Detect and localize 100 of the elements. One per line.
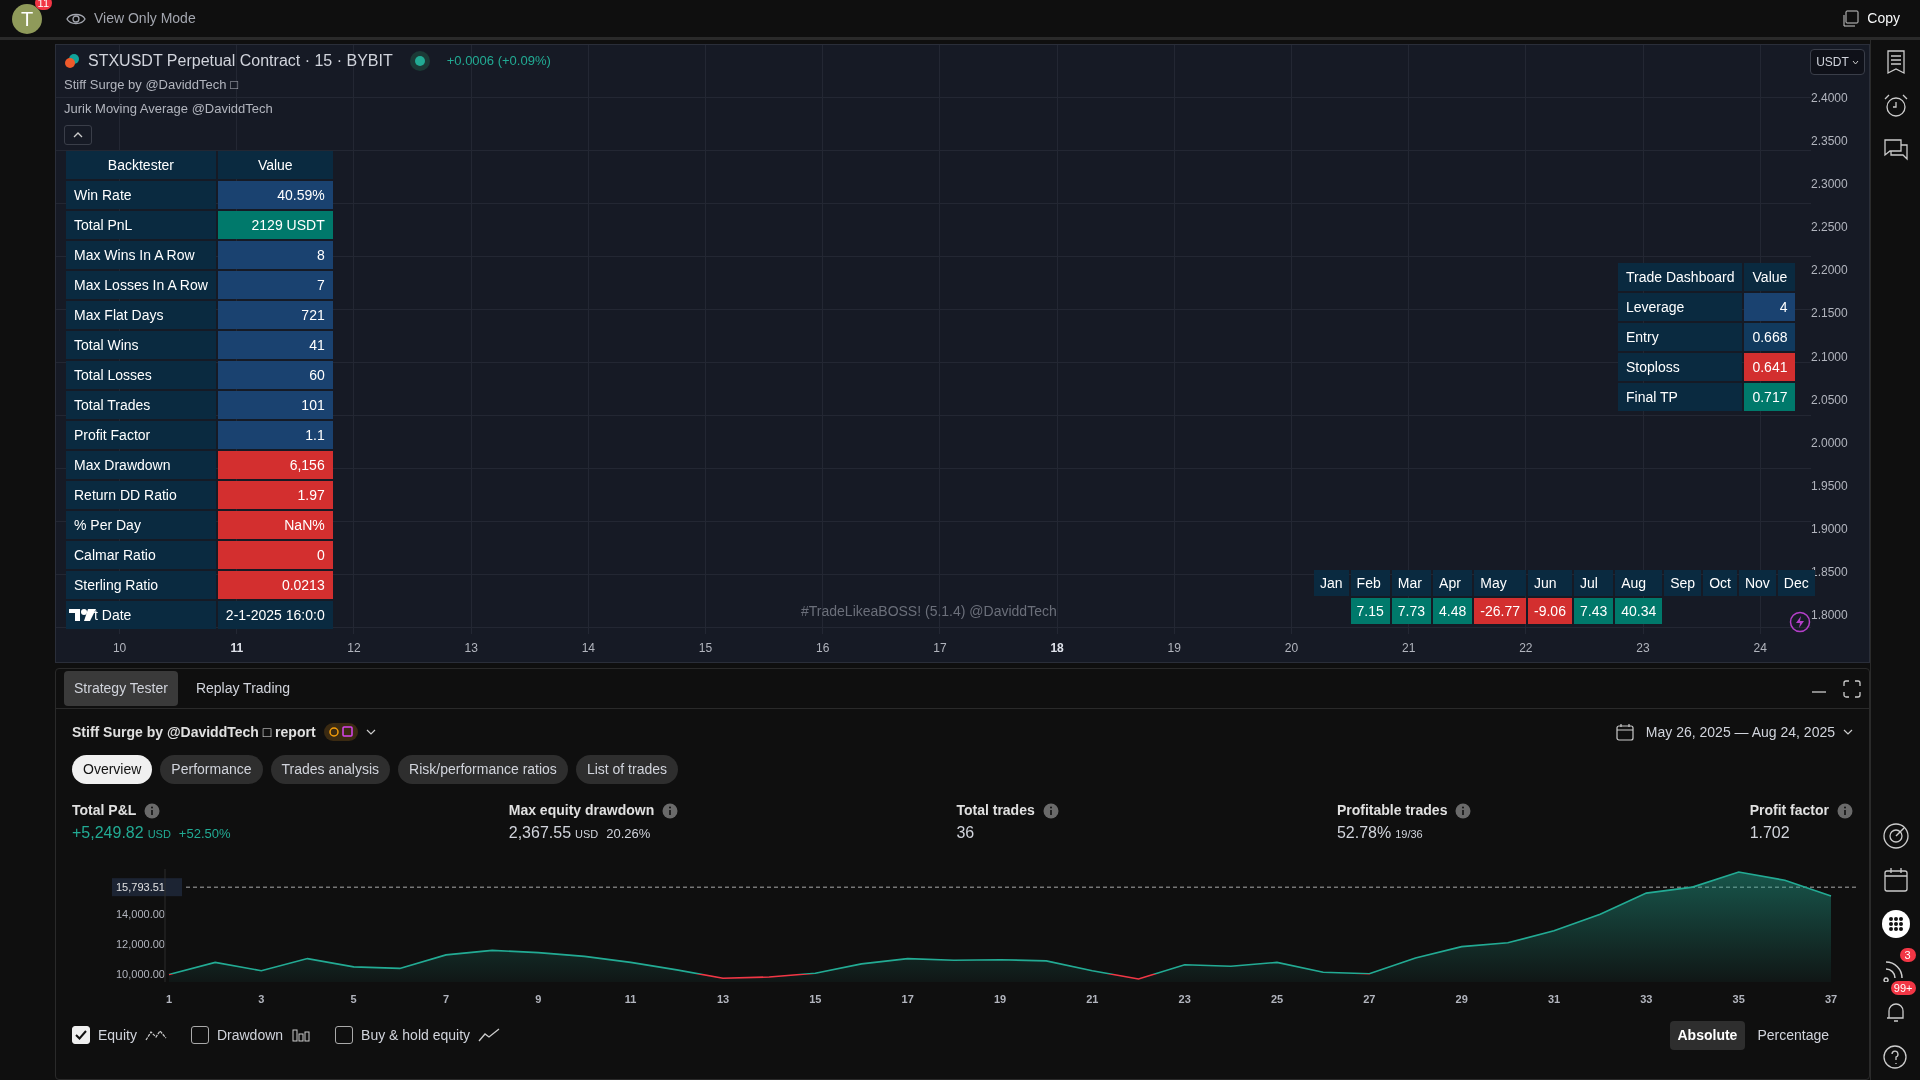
y-tick-label: 15,793.51 <box>116 881 165 894</box>
stat-extra: 19/36 <box>1395 827 1423 843</box>
price-axis-label: 2.3500 <box>1811 133 1848 151</box>
notification-badge: 3 <box>1899 948 1916 962</box>
table-cell: Final TP <box>1618 383 1743 411</box>
x-axis-label: 25 <box>1270 993 1284 1006</box>
checkbox[interactable] <box>335 1026 354 1045</box>
info-icon[interactable] <box>1836 802 1853 819</box>
panel-tab[interactable]: Strategy Tester <box>64 671 178 707</box>
month-header: Apr <box>1433 570 1473 596</box>
table-cell: Total Wins <box>66 331 216 359</box>
table-cell: 40.59% <box>217 181 333 209</box>
report-tab[interactable]: List of trades <box>575 755 679 785</box>
y-axis-label: 14,000.00 <box>116 908 165 921</box>
month-header: Jan <box>1314 570 1349 596</box>
month-return: -26.77 <box>1474 598 1527 624</box>
stat-extra: +52.50% <box>178 825 231 844</box>
month-header: Oct <box>1703 570 1737 596</box>
stat-label: Total trades <box>956 801 1035 821</box>
lightning-icon[interactable] <box>1789 611 1811 633</box>
copy-button[interactable]: Copy <box>1833 4 1908 33</box>
table-header: Value <box>217 151 333 179</box>
price-axis-label: 2.3000 <box>1811 176 1848 194</box>
mode-toggle[interactable]: Absolute <box>1669 1020 1746 1050</box>
time-axis-label: 11 <box>229 640 245 658</box>
info-icon[interactable] <box>662 802 679 819</box>
table-cell: 1.97 <box>217 481 333 509</box>
stat-unit: USD <box>147 827 171 843</box>
month-header: Mar <box>1391 570 1432 596</box>
info-icon[interactable] <box>1455 802 1472 819</box>
checkbox-label: Equity <box>98 1025 137 1045</box>
table-cell: Total Losses <box>66 361 216 389</box>
month-return: 7.73 <box>1391 598 1432 624</box>
table-cell: 2-1-2025 16:0:0 <box>217 601 333 629</box>
price-axis-label: 2.0000 <box>1811 434 1848 452</box>
caret-icon[interactable] <box>1843 729 1853 736</box>
x-axis-label: 21 <box>1086 993 1099 1006</box>
price-axis-label: 2.1000 <box>1811 348 1848 366</box>
report-tab[interactable]: Performance <box>160 755 263 785</box>
table-cell: 101 <box>217 391 333 419</box>
apps-grid-icon[interactable] <box>1881 910 1910 938</box>
time-axis-label: 15 <box>697 640 714 658</box>
strategy-badge-icon[interactable] <box>323 723 358 742</box>
info-icon[interactable] <box>1042 802 1059 819</box>
checkbox-label: Drawdown <box>216 1025 284 1045</box>
x-axis-label: 5 <box>350 993 357 1006</box>
calendar-icon[interactable] <box>1615 723 1634 742</box>
stat-label: Max equity drawdown <box>508 801 655 821</box>
x-axis-label: 11 <box>624 993 637 1006</box>
table-cell-text: t Date <box>94 605 132 625</box>
x-axis-label: 3 <box>258 993 265 1006</box>
bar-chart-icon <box>291 1028 312 1043</box>
help-icon[interactable] <box>1881 1042 1910 1070</box>
status-dot-icon <box>408 50 431 72</box>
month-header: Dec <box>1777 570 1815 596</box>
price-axis-label: 2.4000 <box>1811 90 1848 107</box>
month-header: Nov <box>1738 570 1776 596</box>
table-cell: Sterling Ratio <box>66 571 216 599</box>
time-axis-label: 19 <box>1166 640 1182 658</box>
checkbox[interactable] <box>190 1026 209 1045</box>
maximize-icon[interactable] <box>1843 679 1861 698</box>
collapse-button[interactable] <box>64 125 92 145</box>
table-cell: 4 <box>1744 293 1796 321</box>
stat-label: Profitable trades <box>1336 801 1448 821</box>
currency-dropdown[interactable]: USDT <box>1810 49 1865 75</box>
table-cell: Entry <box>1618 323 1743 351</box>
tv-logo-icon <box>68 607 98 623</box>
report-tab[interactable]: Risk/performance ratios <box>398 755 568 785</box>
eye-icon <box>66 11 86 26</box>
symbol-title: STXUSDT Perpetual Contract · 15 · BYBIT <box>88 51 393 71</box>
target-icon[interactable] <box>1881 822 1910 850</box>
time-axis-label: 10 <box>111 640 128 658</box>
calendar-icon[interactable] <box>1881 866 1910 894</box>
month-header: Aug <box>1615 570 1663 596</box>
chevron-up-icon <box>73 132 83 138</box>
x-axis-label: 27 <box>1363 993 1376 1006</box>
price-axis-label: 2.2500 <box>1811 219 1848 237</box>
info-icon[interactable] <box>144 802 161 819</box>
table-cell: Leverage <box>1618 293 1743 321</box>
table-cell: 6,156 <box>217 451 333 479</box>
report-tab[interactable]: Overview <box>72 755 153 785</box>
mode-toggle[interactable]: Percentage <box>1749 1020 1837 1050</box>
x-axis-label: 37 <box>1824 993 1838 1006</box>
date-range[interactable]: May 26, 2025 — Aug 24, 2025 <box>1645 721 1835 743</box>
notification-badge: 99+ <box>1890 981 1916 995</box>
stat-extra: 20.26% <box>606 825 651 844</box>
caret-icon[interactable] <box>365 729 376 736</box>
coin-icon <box>64 53 80 69</box>
time-axis-label: 12 <box>346 640 362 658</box>
month-return: -9.06 <box>1528 598 1572 624</box>
table-cell: Win Rate <box>66 181 216 209</box>
report-tab[interactable]: Trades analysis <box>270 755 391 785</box>
view-mode-label: View Only Mode <box>94 9 196 28</box>
x-axis-label: 33 <box>1640 993 1653 1006</box>
table-cell: 0.668 <box>1744 323 1796 351</box>
time-axis-label: 16 <box>815 640 831 658</box>
y-axis-label: 15,793.51 <box>112 878 182 897</box>
panel-tab[interactable]: Replay Trading <box>185 671 301 707</box>
x-axis-label: 31 <box>1547 993 1561 1006</box>
x-axis-label: 15 <box>809 993 822 1006</box>
